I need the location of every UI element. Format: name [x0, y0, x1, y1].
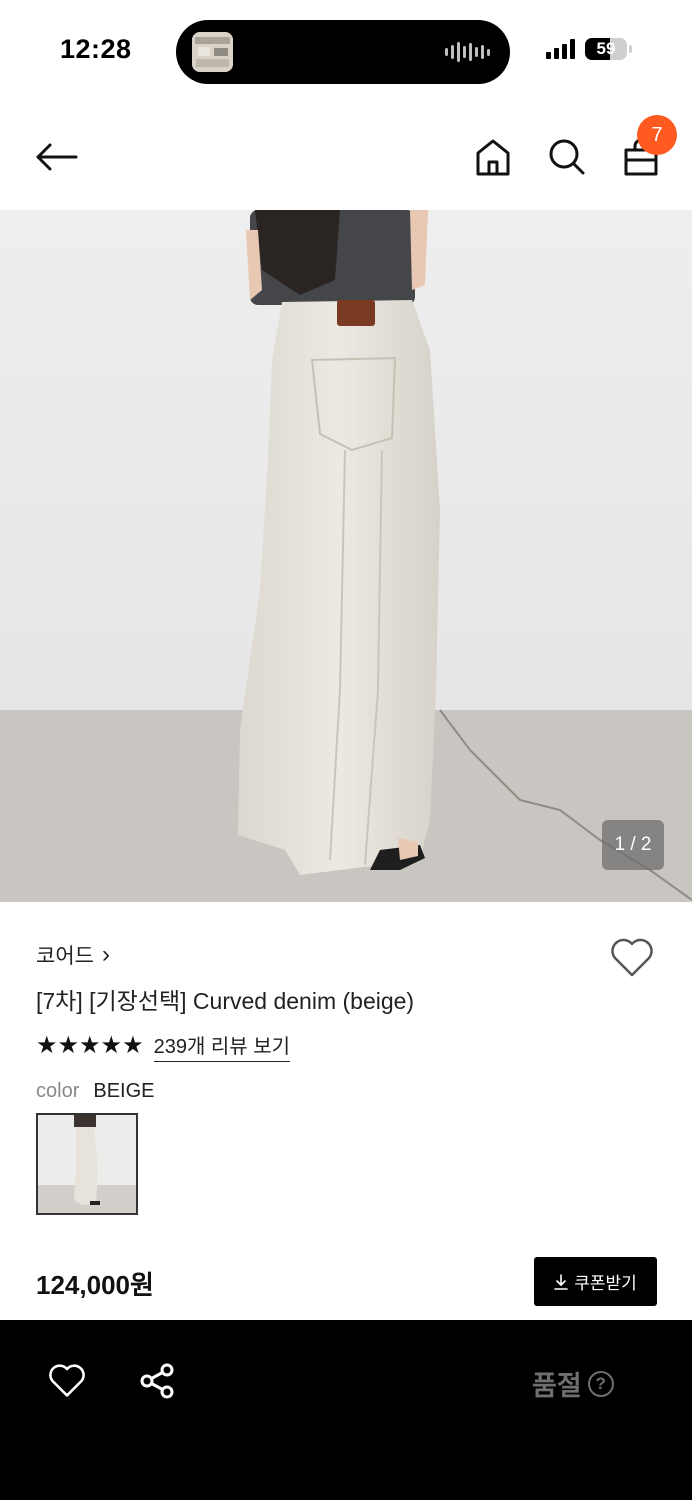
product-image-carousel[interactable]: 1 / 2 [0, 210, 692, 902]
color-label: color [36, 1080, 80, 1102]
product-photo [0, 210, 692, 902]
brand-link[interactable]: 코어드 › [36, 940, 110, 970]
search-button[interactable] [544, 132, 590, 182]
home-button[interactable] [470, 132, 516, 182]
image-counter: 1 / 2 [602, 820, 664, 870]
share-button[interactable] [136, 1360, 178, 1402]
search-icon [549, 139, 585, 175]
signal-icon [546, 39, 575, 59]
bottom-action-bar: 품절 ? [0, 1320, 692, 1500]
battery-cap [629, 45, 632, 53]
question-icon[interactable]: ? [587, 1370, 614, 1397]
share-icon [140, 1363, 174, 1399]
battery-icon: 59 [585, 38, 627, 60]
color-row: color BEIGE [36, 1080, 155, 1103]
wishlist-button[interactable] [608, 934, 656, 982]
audio-wave-icon [445, 42, 490, 62]
home-icon [476, 139, 510, 176]
back-button[interactable] [30, 134, 82, 180]
cart-count-badge: 7 [637, 115, 677, 155]
status-bar: 12:28 59 [0, 0, 692, 104]
product-title: [7차] [기장선택] Curved denim (beige) [36, 988, 415, 1014]
bottom-wishlist-button[interactable] [46, 1360, 88, 1402]
color-value: BEIGE [93, 1080, 155, 1102]
review-link[interactable]: 239개 리뷰 보기 [153, 1030, 291, 1062]
star-icons: ★★★★★ [36, 1032, 144, 1059]
heart-icon [611, 938, 653, 977]
sold-out-status: 품절 ? [532, 1364, 614, 1403]
chevron-right-icon: › [101, 941, 110, 968]
status-time: 12:28 [60, 34, 132, 64]
battery-level: 59 [596, 39, 616, 58]
heart-icon [49, 1364, 85, 1397]
rating-row: ★★★★★ 239개 리뷰 보기 [36, 1030, 291, 1062]
dynamic-island[interactable] [176, 20, 510, 84]
swatch-thumbnail [38, 1115, 136, 1213]
brand-name: 코어드 [36, 945, 94, 968]
arrow-left-icon [36, 143, 78, 171]
star-rating: ★★★★★ [36, 1034, 144, 1058]
sold-out-label: 품절 [532, 1371, 582, 1401]
color-swatch-beige[interactable] [36, 1113, 138, 1215]
coupon-label: 쿠폰받기 [574, 1274, 637, 1293]
price: 124,000원 [36, 1270, 154, 1300]
status-indicators: 59 [546, 38, 632, 60]
top-nav [0, 104, 692, 210]
download-icon [554, 1273, 569, 1290]
coupon-button[interactable]: 쿠폰받기 [534, 1257, 657, 1306]
now-playing-thumbnail [192, 32, 233, 72]
